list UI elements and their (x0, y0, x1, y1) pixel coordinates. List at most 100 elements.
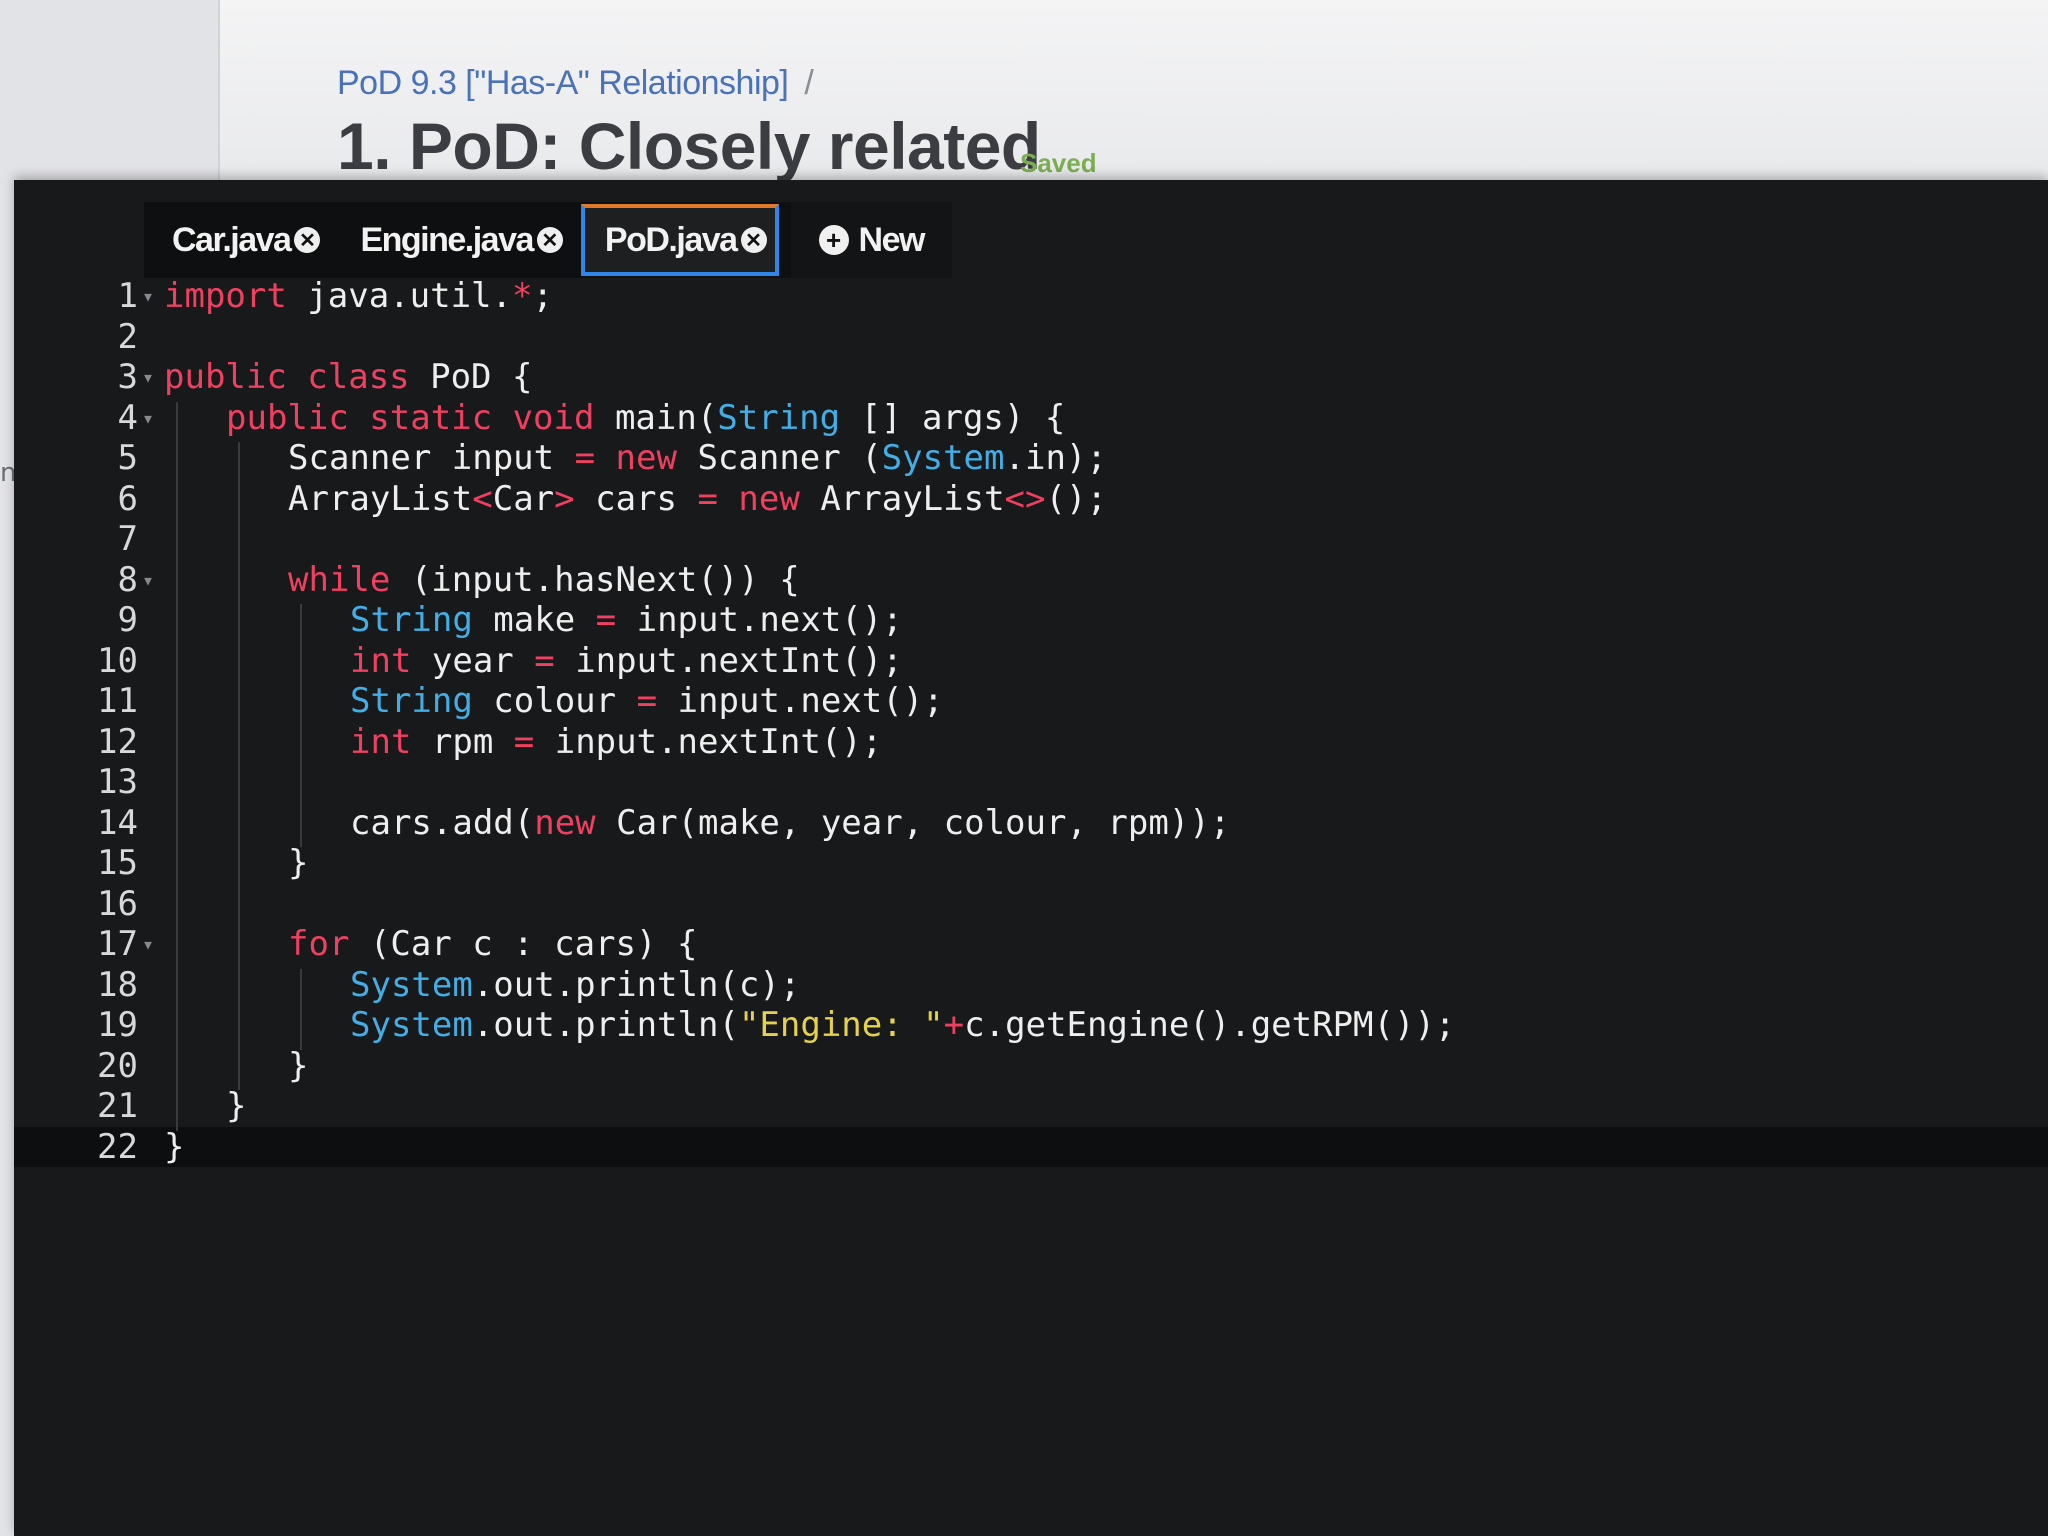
code-text: ArrayList<Car> cars = new ArrayList<>(); (288, 479, 1107, 520)
code-token: java.util. (286, 276, 512, 316)
tab-car-java[interactable]: Car.java ✕ (144, 202, 332, 278)
code-token: main( (594, 397, 718, 438)
code-token: Scanner input (288, 438, 575, 478)
code-token: for (288, 924, 350, 964)
code-line[interactable]: 11 String colour = input.next(); (14, 681, 2048, 722)
line-number: 9 (117, 600, 138, 640)
code-text: String colour = input.next(); (350, 681, 944, 722)
code-line[interactable]: 3 ▾ public class PoD { (14, 357, 2048, 398)
code-token: cars.add( (350, 802, 535, 843)
fold-arrow-icon[interactable]: ▾ (142, 276, 154, 317)
code-token: int (350, 640, 412, 681)
code-token: System (350, 964, 473, 1005)
line-number: 5 (117, 438, 138, 478)
new-file-label: New (858, 220, 926, 259)
code-token: new (738, 478, 800, 519)
line-number: 10 (97, 640, 138, 681)
code-token: (); (1045, 478, 1107, 519)
tab-pod-java[interactable]: PoD.java ✕ (580, 204, 779, 276)
code-line[interactable]: 2 (14, 317, 2048, 358)
code-token: .out.println(c); (472, 964, 801, 1005)
code-text: } (288, 843, 308, 884)
indent-guide (300, 604, 302, 847)
code-line[interactable]: 6 ArrayList<Car> cars = new ArrayList<>()… (14, 479, 2048, 520)
code-token: ArrayList (288, 478, 473, 519)
code-token: } (288, 843, 309, 883)
line-number: 22 (97, 1126, 138, 1167)
code-line[interactable]: 5 Scanner input = new Scanner (System.in)… (14, 438, 2048, 479)
code-token: String (350, 600, 473, 640)
line-number: 18 (97, 964, 138, 1005)
line-number: 16 (97, 883, 138, 924)
close-circle-icon[interactable]: ✕ (294, 227, 321, 253)
code-token: (input.hasNext()) { (390, 559, 800, 600)
code-line[interactable]: 10 int year = input.nextInt(); (14, 641, 2048, 682)
new-file-button[interactable]: + New (790, 202, 952, 278)
code-line[interactable]: 19 System.out.println("Engine: "+c.getEng… (14, 1005, 2048, 1046)
code-token: new (534, 802, 596, 843)
code-token: while (288, 559, 391, 600)
code-line[interactable]: 8 ▾ while (input.hasNext()) { (14, 560, 2048, 601)
line-number: 20 (97, 1045, 138, 1086)
code-text: String make = input.next(); (350, 600, 903, 641)
code-line[interactable]: 9 String make = input.next(); (14, 600, 2048, 641)
code-token: .out.println( (472, 1005, 739, 1045)
code-text: public class PoD { (164, 357, 532, 398)
code-token: < (472, 478, 493, 519)
code-token: public class (164, 357, 410, 397)
line-number: 13 (97, 762, 138, 802)
code-token: public static void (226, 397, 595, 438)
code-line[interactable]: 15} (14, 843, 2048, 884)
code-editor[interactable]: Car.java ✕ Engine.java ✕ PoD.java ✕ + Ne… (14, 180, 2048, 1536)
code-token: } (288, 1045, 309, 1086)
code-token: String (717, 397, 841, 438)
line-number: 2 (117, 316, 138, 357)
code-token: <> (1004, 478, 1046, 519)
code-line[interactable]: 14 cars.add(new Car(make, year, colour, r… (14, 803, 2048, 844)
line-number: 17 (97, 924, 138, 964)
code-text: public static void main(String [] args) … (226, 398, 1065, 439)
line-number: 1 (117, 276, 138, 316)
code-line[interactable]: 16 (14, 884, 2048, 925)
code-line[interactable]: 18 System.out.println(c); (14, 965, 2048, 1006)
breadcrumb-course-link[interactable]: PoD 9.3 ["Has-A" Relationship] (337, 64, 789, 102)
file-tab-bar: Car.java ✕ Engine.java ✕ PoD.java ✕ + Ne… (144, 202, 952, 278)
code-token: = (595, 600, 617, 640)
code-token: + (943, 1005, 965, 1045)
code-token: = (697, 478, 718, 519)
line-number: 6 (117, 478, 138, 519)
code-line[interactable]: 17 ▾ for (Car c : cars) { (14, 924, 2048, 965)
code-token: Car(make, year, colour, rpm)); (595, 802, 1231, 843)
code-text: import java.util.*; (164, 276, 553, 317)
code-line[interactable]: 7 (14, 519, 2048, 560)
line-number: 3 (117, 357, 138, 397)
tab-label: Engine.java (360, 220, 534, 259)
fold-arrow-icon[interactable]: ▾ (142, 398, 154, 439)
plus-circle-icon: + (818, 225, 849, 255)
fold-arrow-icon[interactable]: ▾ (142, 357, 154, 398)
code-line[interactable]: 1 ▾ import java.util.*; (14, 276, 2048, 317)
fold-arrow-icon[interactable]: ▾ (142, 924, 154, 965)
close-circle-icon[interactable]: ✕ (740, 227, 767, 253)
code-line[interactable]: 20} (14, 1046, 2048, 1087)
line-number: 4 (117, 397, 138, 438)
code-token: input.next(); (616, 600, 903, 640)
code-line[interactable]: 4 ▾ public static void main(String [] args… (14, 398, 2048, 439)
code-line[interactable]: 22} (14, 1127, 2048, 1168)
code-line[interactable]: 13 (14, 762, 2048, 803)
code-line[interactable]: 12 int rpm = input.nextInt(); (14, 722, 2048, 763)
line-number: 21 (97, 1086, 138, 1126)
code-line[interactable]: 21} (14, 1086, 2048, 1127)
code-token: cars (574, 478, 698, 519)
tab-engine-java[interactable]: Engine.java ✕ (332, 202, 574, 278)
fold-arrow-icon[interactable]: ▾ (142, 560, 154, 601)
code-text: System.out.println(c); (350, 965, 800, 1006)
indent-guide (300, 968, 302, 1050)
code-token: * (512, 276, 533, 316)
code-token: PoD { (409, 357, 533, 397)
code-token: int (350, 721, 412, 762)
page-title: 1. PoD: Closely related (337, 109, 1041, 183)
code-token: "Engine: " (738, 1005, 944, 1045)
close-circle-icon[interactable]: ✕ (536, 227, 563, 253)
tab-label: PoD.java (604, 220, 738, 259)
